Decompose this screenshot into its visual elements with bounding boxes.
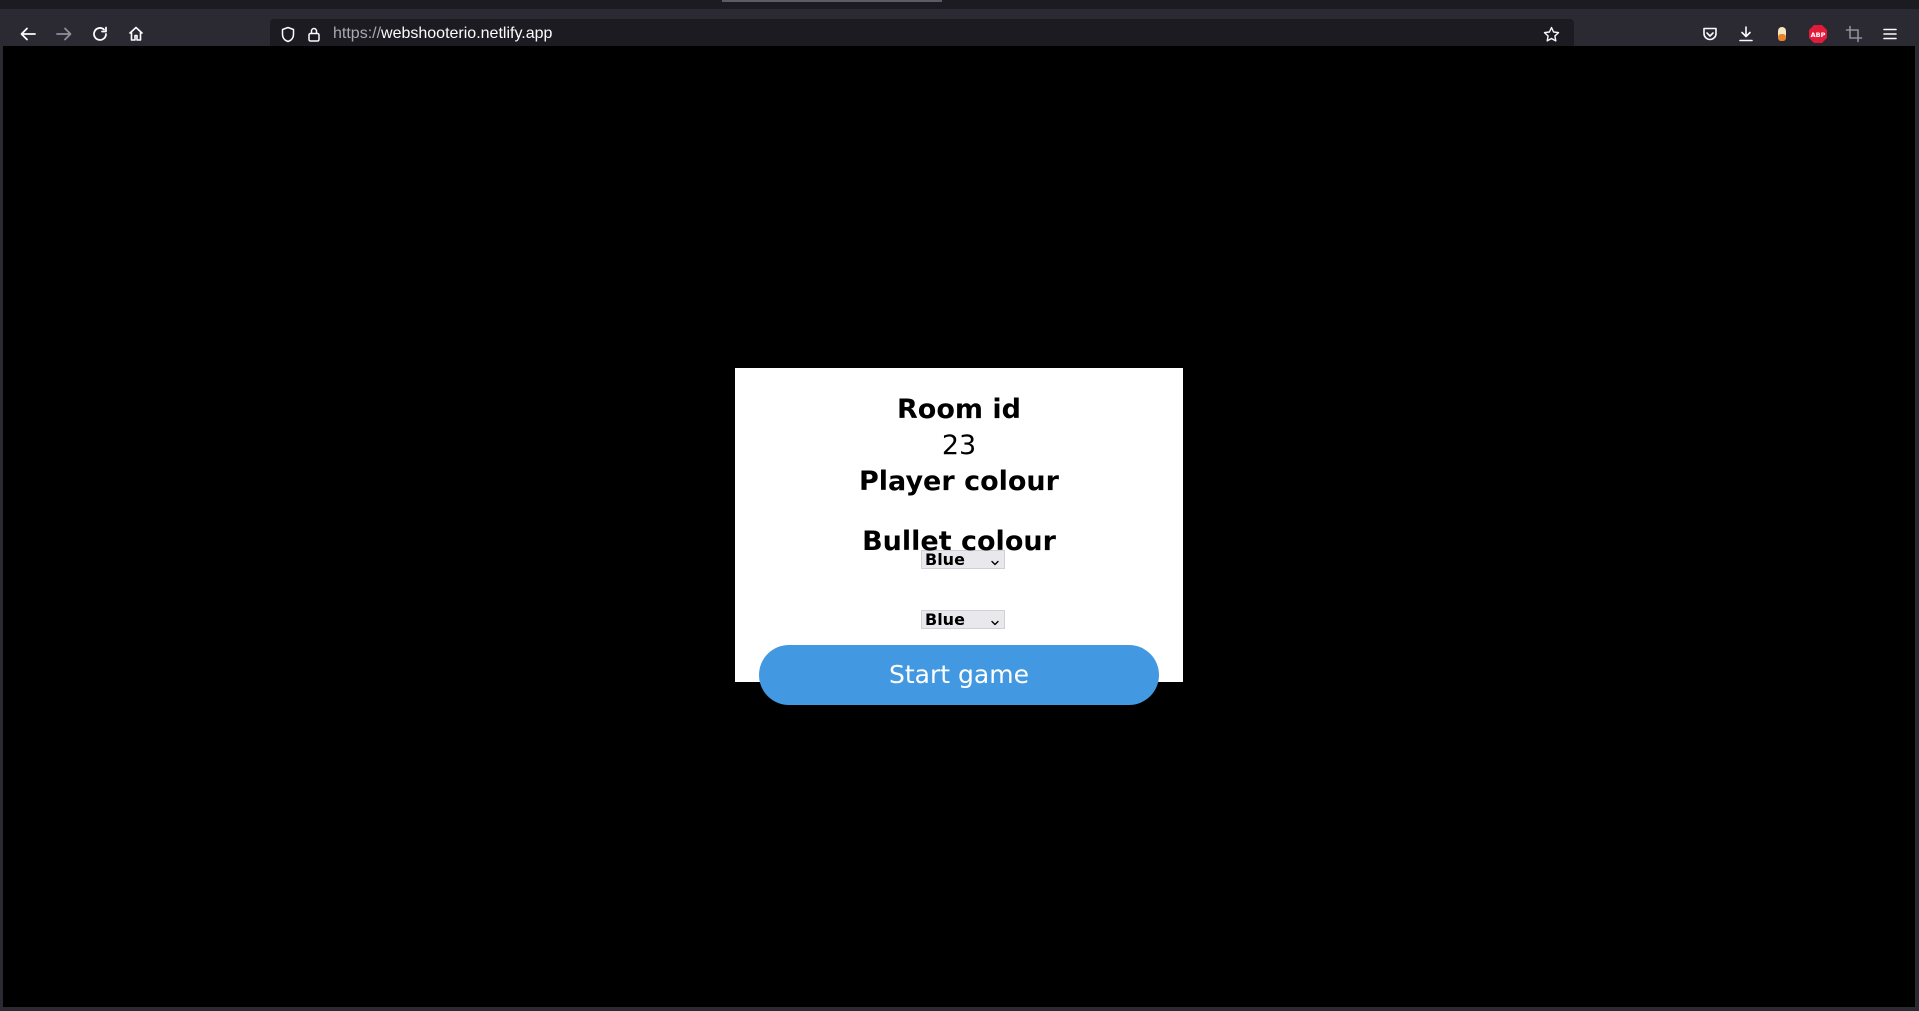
room-id-value: 23 [941,430,977,461]
lock-icon[interactable] [306,26,322,47]
url-host: webshooterio.netlify.app [381,25,553,42]
chevron-down-icon [990,614,1000,631]
navigation-toolbar: https://webshooterio.netlify.app ABP [0,9,1919,50]
page-viewport: Room id 23 Player colour Blue Bullet col… [3,46,1915,1007]
hamburger-menu-icon[interactable] [1876,20,1904,48]
room-id-label: Room id [896,394,1021,425]
game-setup-dialog: Room id 23 Player colour Blue Bullet col… [735,368,1183,705]
home-icon[interactable] [120,20,152,48]
start-game-button[interactable]: Start game [759,645,1159,705]
pocket-icon[interactable] [1696,20,1724,48]
tracking-shield-icon[interactable] [280,26,296,47]
forward-arrow-icon[interactable] [48,20,80,48]
url-protocol: https:// [333,25,382,42]
bullet-colour-selected-value: Blue [925,610,965,629]
back-arrow-icon[interactable] [12,20,44,48]
bullet-colour-label: Bullet colour [862,526,1056,557]
star-icon[interactable] [1543,26,1560,47]
url-text[interactable]: https://webshooterio.netlify.app [333,25,552,43]
player-colour-label: Player colour [859,466,1059,497]
crop-icon[interactable] [1840,20,1868,48]
bullet-colour-select[interactable]: Blue [921,610,1005,629]
extension-icon[interactable] [1768,20,1796,48]
active-tab-indicator[interactable] [722,0,942,2]
reload-icon[interactable] [84,20,116,48]
adblock-icon[interactable]: ABP [1804,20,1832,48]
download-icon[interactable] [1732,20,1760,48]
adblock-logo-text: ABP [1811,31,1826,39]
tab-strip [0,0,1919,9]
browser-window: https://webshooterio.netlify.app ABP Roo… [0,0,1919,1011]
